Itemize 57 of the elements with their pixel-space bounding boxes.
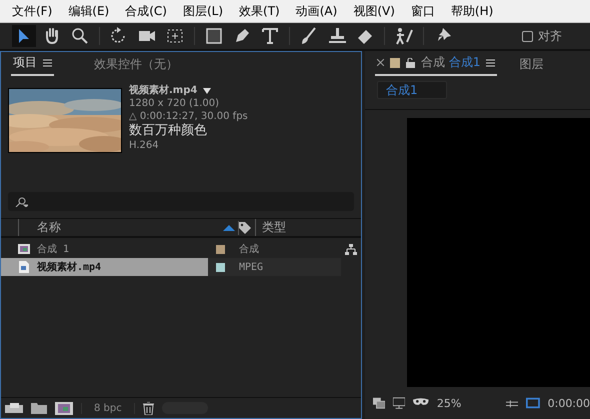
bit-depth-button[interactable]: 8 bpc: [81, 402, 135, 414]
item-type: MPEG: [239, 262, 264, 272]
footage-colors: 数百万种颜色: [129, 123, 208, 139]
monitor-icon[interactable]: [393, 396, 406, 410]
menu-item[interactable]: 视图(V): [345, 2, 403, 20]
flowchart-icon[interactable]: [345, 244, 357, 254]
align-checkbox[interactable]: [522, 30, 533, 42]
column-header[interactable]: 名称: [37, 219, 61, 236]
footage-name: 视频素材.mp4: [129, 84, 198, 97]
menu-icon: [43, 58, 52, 66]
footage-duration: △ 0:00:12:27, 30.00 fps: [129, 110, 248, 123]
menu-item[interactable]: 合成(C): [117, 2, 175, 20]
menu-item[interactable]: 编辑(E): [60, 2, 118, 20]
interpret-footage-icon[interactable]: [5, 402, 23, 414]
menu-item[interactable]: 效果(T): [231, 2, 288, 20]
label-swatch[interactable]: [216, 262, 225, 272]
rectangle-tool-icon: [204, 26, 224, 46]
zoom-level[interactable]: 25%: [436, 396, 498, 410]
sort-arrow-icon[interactable]: [223, 224, 235, 230]
composition-icon: [17, 242, 31, 256]
column-header[interactable]: 类型: [262, 219, 286, 236]
label-swatch[interactable]: [390, 58, 400, 68]
close-icon[interactable]: [377, 59, 384, 66]
region-icon[interactable]: [526, 397, 540, 409]
search-icon: [14, 196, 28, 206]
text-tool-icon: [260, 26, 280, 46]
tool-button[interactable]: [12, 25, 36, 47]
file-icon: [17, 260, 31, 274]
unlocked-icon[interactable]: [406, 58, 415, 68]
panel-tab[interactable]: 图层: [517, 53, 546, 76]
menu-item[interactable]: 窗口: [402, 2, 443, 20]
search-field[interactable]: [8, 192, 354, 211]
menu-item[interactable]: 文件(F): [4, 2, 60, 20]
timecode[interactable]: 0:00:00: [548, 396, 590, 410]
footage-size: 1280 x 720 (1.00): [129, 97, 220, 110]
menu-icon: [486, 58, 496, 66]
item-name[interactable]: 合成 1: [37, 242, 70, 256]
label-swatch[interactable]: [216, 244, 225, 254]
zoom-tool-icon: [70, 26, 90, 46]
new-composition-icon[interactable]: [55, 402, 73, 414]
item-type: 合成: [239, 242, 259, 256]
panel-tab[interactable]: 项目: [11, 51, 54, 76]
folder-icon[interactable]: [31, 402, 47, 414]
stamp-tool-icon: [327, 26, 347, 46]
frames-icon[interactable]: [373, 397, 386, 409]
menu-item[interactable]: 帮助(H): [442, 2, 502, 20]
composition-breadcrumb[interactable]: 合成1: [377, 81, 447, 99]
menu-item[interactable]: 动画(A): [288, 2, 346, 20]
align-label: 对齐: [538, 28, 562, 44]
dropdown-arrow-icon[interactable]: [203, 88, 212, 94]
panel-tab[interactable]: 效果控件（无）: [92, 53, 180, 76]
label-tag-icon[interactable]: [239, 222, 251, 234]
puppet-tool-icon: [394, 26, 414, 46]
menu-item[interactable]: 图层(L): [174, 2, 232, 20]
composition-tab[interactable]: 合成 合成1: [375, 51, 498, 76]
footage-codec: H.264: [129, 139, 160, 152]
trash-icon[interactable]: [142, 402, 154, 414]
